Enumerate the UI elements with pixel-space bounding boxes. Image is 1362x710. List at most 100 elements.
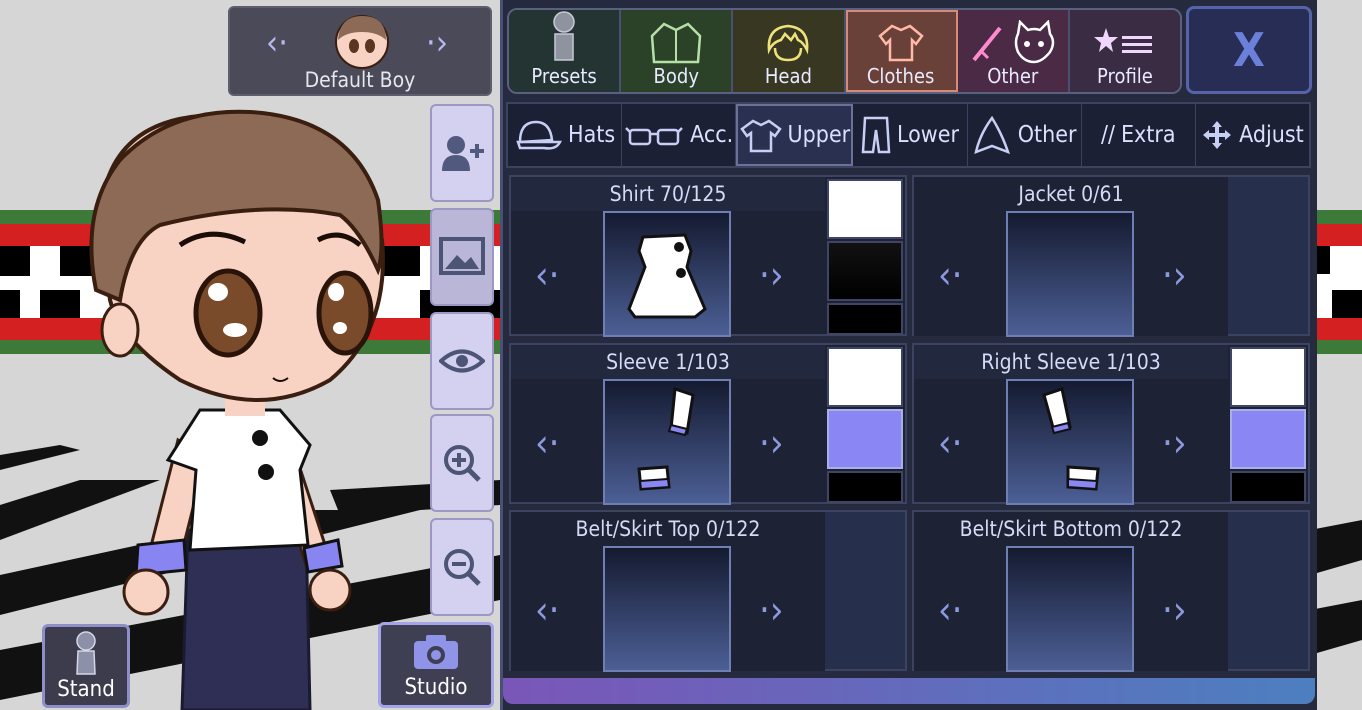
visibility-button[interactable] <box>430 312 494 410</box>
subtab-label: Acc. <box>690 122 734 148</box>
subtab-hats[interactable]: Hats <box>508 104 623 166</box>
tab-body[interactable]: Body <box>621 10 734 92</box>
subtab-adjust[interactable]: Adjust <box>1196 104 1309 166</box>
prev-item-button[interactable]: ‹· <box>938 590 963 630</box>
clothes-subtabs: Hats Acc. Upper Lower Other // Extra Adj… <box>506 102 1311 168</box>
zoom-out-icon <box>444 549 481 586</box>
subtab-label: Other <box>1017 122 1077 148</box>
character-selector: ‹· ·› Default Boy <box>228 6 492 96</box>
panel-footer-bar <box>503 678 1315 704</box>
prev-item-button[interactable]: ‹· <box>938 255 963 295</box>
color-swatch-3[interactable] <box>1230 471 1306 503</box>
zoom-out-button[interactable] <box>430 518 494 616</box>
next-item-button[interactable]: ·› <box>1162 255 1187 295</box>
tab-profile[interactable]: Profile <box>1069 10 1180 92</box>
character-avatar[interactable] <box>334 14 390 70</box>
stand-button[interactable]: Stand <box>42 624 130 708</box>
character-figure <box>89 109 385 710</box>
tab-clothes[interactable]: Clothes <box>845 10 958 92</box>
hair-icon <box>768 24 809 62</box>
next-character-button[interactable]: ·› <box>426 26 448 60</box>
color-swatch-1[interactable] <box>1230 347 1306 407</box>
camera-icon <box>414 635 458 669</box>
studio-button[interactable]: Studio <box>378 622 494 708</box>
item-preview[interactable] <box>1006 546 1134 672</box>
sleeve-preview-icon <box>637 386 695 491</box>
prev-item-button[interactable]: ‹· <box>535 590 560 630</box>
tshirt-icon <box>739 119 782 153</box>
item-preview[interactable] <box>1006 211 1134 337</box>
move-icon <box>1203 121 1232 149</box>
next-item-button[interactable]: ·› <box>759 590 784 630</box>
item-preview[interactable] <box>1006 379 1134 505</box>
color-swatch-3[interactable] <box>827 471 903 503</box>
tab-label: Head <box>764 64 812 88</box>
item-jacket: Jacket 0/61 ‹· ·› <box>912 175 1310 337</box>
color-swatch-2[interactable] <box>827 241 903 301</box>
tab-presets[interactable]: Presets <box>509 10 622 92</box>
subtab-label: Upper <box>787 122 851 148</box>
jacket-icon <box>650 22 702 64</box>
item-preview[interactable] <box>603 546 731 672</box>
item-title: Belt/Skirt Top 0/122 <box>511 512 825 546</box>
glasses-icon <box>625 127 684 146</box>
color-swatch-1[interactable] <box>827 347 903 407</box>
star-list-icon <box>1093 28 1152 53</box>
image-icon <box>439 237 485 275</box>
add-character-button[interactable] <box>430 104 494 202</box>
color-swatch-3[interactable] <box>827 303 903 335</box>
subtab-accessories[interactable]: Acc. <box>622 104 737 166</box>
shirt-icon <box>877 24 924 62</box>
background-button[interactable] <box>430 208 494 306</box>
person-icon <box>553 11 575 61</box>
tab-label: Other <box>987 64 1039 88</box>
slashes-icon: // <box>1100 122 1115 148</box>
item-shirt: Shirt 70/125 ‹· ·› <box>509 175 907 337</box>
subtab-label: Extra <box>1120 122 1176 148</box>
zoom-in-button[interactable] <box>430 414 494 512</box>
tab-head[interactable]: Head <box>733 10 846 92</box>
next-item-button[interactable]: ·› <box>1162 590 1187 630</box>
prev-item-button[interactable]: ‹· <box>535 423 560 463</box>
subtab-label: Lower <box>897 122 959 148</box>
prev-item-button[interactable]: ‹· <box>535 255 560 295</box>
subtab-other[interactable]: Other <box>968 104 1082 166</box>
subtab-lower[interactable]: Lower <box>853 104 968 166</box>
next-item-button[interactable]: ·› <box>1162 423 1187 463</box>
subtab-extra[interactable]: // Extra <box>1082 104 1196 166</box>
stage-background-right <box>1310 0 1362 710</box>
subtab-label: Hats <box>568 122 616 148</box>
studio-label: Studio <box>404 675 468 700</box>
tab-label: Profile <box>1097 64 1153 88</box>
prev-item-button[interactable]: ‹· <box>938 423 963 463</box>
pants-icon <box>861 116 891 154</box>
color-swatch-1[interactable] <box>827 179 903 239</box>
tab-other[interactable]: Other <box>957 10 1070 92</box>
character-stage <box>0 0 500 710</box>
item-title: Right Sleeve 1/103 <box>914 345 1228 379</box>
item-sleeve: Sleeve 1/103 ‹· ·› <box>509 343 907 505</box>
item-preview[interactable] <box>603 379 731 505</box>
color-swatch-2[interactable] <box>1230 409 1306 469</box>
next-item-button[interactable]: ·› <box>759 423 784 463</box>
next-item-button[interactable]: ·› <box>759 255 784 295</box>
item-title: Sleeve 1/103 <box>511 345 825 379</box>
item-right-sleeve: Right Sleeve 1/103 ‹· ·› <box>912 343 1310 505</box>
eye-icon <box>439 349 485 373</box>
category-tabs: Presets Body Head Clothes Other Profile <box>507 8 1182 94</box>
close-button[interactable]: X <box>1186 6 1312 94</box>
sword-cat-icon <box>972 20 1055 64</box>
sleeve-preview-icon <box>1042 387 1100 491</box>
item-title: Belt/Skirt Bottom 0/122 <box>914 512 1228 546</box>
item-title: Shirt 70/125 <box>511 177 825 211</box>
item-preview[interactable] <box>603 211 731 337</box>
color-swatch-2[interactable] <box>827 409 903 469</box>
subtab-label: Adjust <box>1239 122 1304 148</box>
stand-label: Stand <box>57 677 115 702</box>
add-person-icon <box>442 136 484 171</box>
subtab-upper[interactable]: Upper <box>736 104 854 166</box>
cap-icon <box>516 120 562 150</box>
character-name: Default Boy <box>304 68 416 92</box>
prev-character-button[interactable]: ‹· <box>266 26 288 60</box>
cloak-icon <box>974 116 1010 154</box>
